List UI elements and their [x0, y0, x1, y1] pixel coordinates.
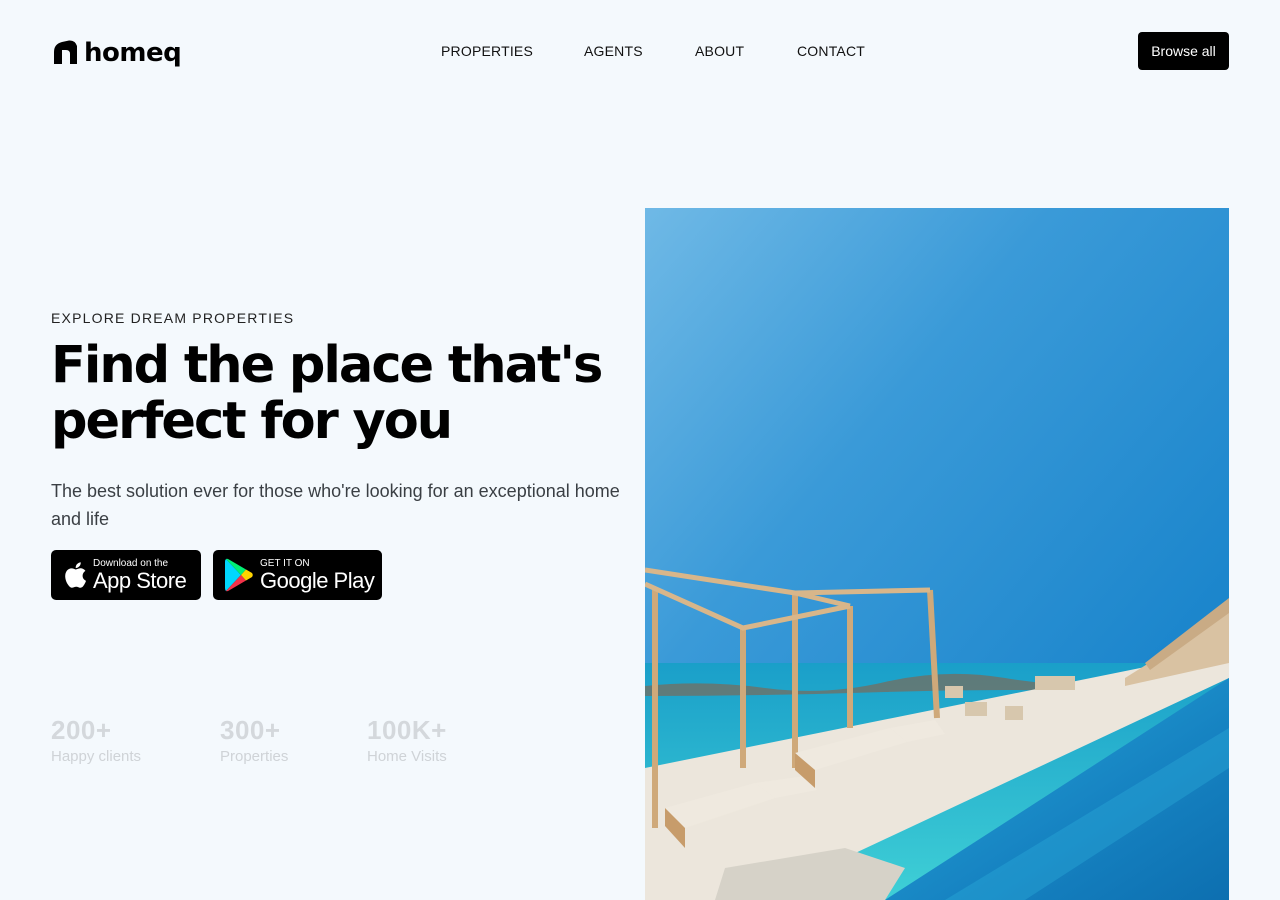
stat-value: 300+ [220, 715, 281, 745]
stat-properties: 300+ Properties [220, 715, 288, 765]
app-store-small-text: Download on the [93, 557, 169, 569]
nav-item-about[interactable]: ABOUT [695, 43, 744, 59]
nav-item-agents[interactable]: AGENTS [584, 43, 643, 59]
site-header: homeq PROPERTIES AGENTS ABOUT CONTACT Br… [0, 0, 1280, 100]
google-play-small-text: GET IT ON [260, 557, 310, 569]
stat-value: 200+ [51, 715, 112, 745]
stat-happy-clients: 200+ Happy clients [51, 715, 141, 765]
hero-title: Find the place that's perfect for you [51, 336, 603, 451]
brand-logo[interactable]: homeq [53, 38, 182, 68]
browse-all-button[interactable]: Browse all [1138, 32, 1229, 70]
app-store-button[interactable]: Download on the App Store [51, 550, 201, 600]
brand-name: homeq [84, 38, 182, 68]
google-play-big-text: Google Play [260, 567, 375, 593]
app-store-big-text: App Store [93, 567, 187, 593]
google-play-button[interactable]: GET IT ON Google Play [213, 550, 382, 600]
stat-home-visits: 100K+ Home Visits [367, 715, 447, 765]
stat-label: Home Visits [367, 748, 447, 765]
stat-label: Properties [220, 748, 289, 765]
stat-value: 100K+ [367, 715, 447, 745]
hero-eyebrow: EXPLORE DREAM PROPERTIES [51, 310, 295, 326]
nav-item-properties[interactable]: PROPERTIES [441, 43, 533, 59]
nav-item-contact[interactable]: CONTACT [797, 43, 865, 59]
house-roof-icon [54, 40, 77, 64]
play-triangle-icon [225, 558, 253, 592]
hero-property-image [645, 208, 1229, 900]
hero-subtitle: The best solution ever for those who're … [51, 481, 620, 529]
apple-icon [65, 562, 86, 588]
stat-label: Happy clients [51, 748, 142, 765]
